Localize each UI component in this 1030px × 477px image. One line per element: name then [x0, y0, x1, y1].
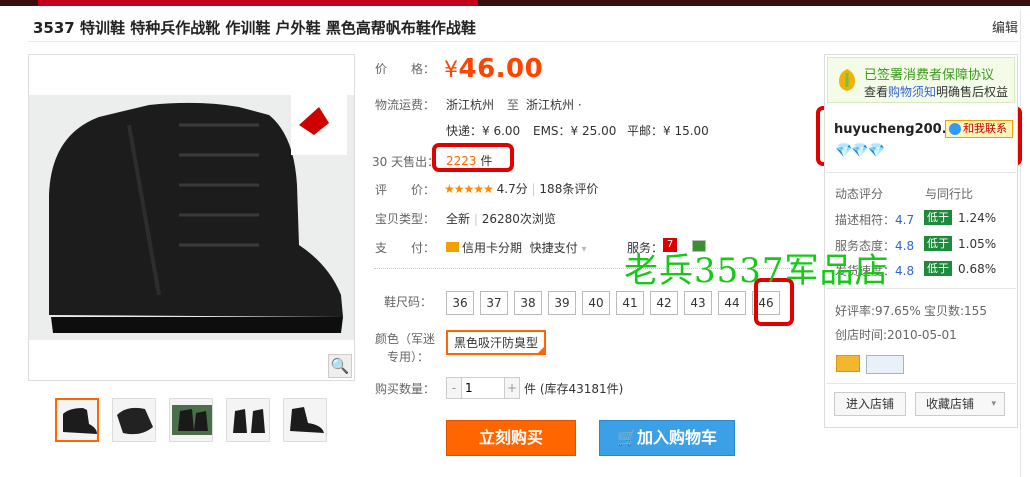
star-icons: ★★★★★	[444, 182, 494, 196]
credit-card-icon	[446, 242, 459, 252]
size-option[interactable]: 41	[616, 291, 644, 315]
divider	[826, 383, 1016, 384]
guarantee-subtitle: 查看购物须知明确售后权益	[864, 85, 1009, 99]
size-option[interactable]: 38	[514, 291, 542, 315]
size-options: 36 37 38 39 40 41 42 43 44 46	[446, 291, 780, 315]
card-icon	[836, 355, 860, 372]
shipping-label: 物流运费：	[375, 98, 436, 112]
item-count: 宝贝数:155	[924, 304, 987, 318]
stock-text: 件 (库存43181件)	[524, 381, 624, 396]
favorite-shop-button[interactable]: 收藏店铺 ▾	[915, 392, 1005, 416]
size-option[interactable]: 37	[480, 291, 508, 315]
guarantee-icon	[839, 69, 855, 91]
top-bar	[0, 0, 1030, 6]
certification-icon	[866, 355, 904, 374]
shop-created-date: 创店时间:2010-05-01	[835, 328, 957, 342]
product-title: 3537 特训鞋 特种兵作战靴 作训鞋 户外鞋 黑色高帮帆布鞋作战鞋	[33, 19, 476, 37]
quantity-label: 购买数量：	[375, 382, 436, 396]
quantity-stepper: - + 件 (库存43181件)	[446, 377, 623, 399]
quantity-plus-button[interactable]: +	[505, 378, 519, 398]
thumbnail-5[interactable]	[283, 398, 327, 442]
thumbnail-2[interactable]	[112, 398, 156, 442]
compare-badge: 低于	[924, 210, 952, 225]
consumer-guarantee: 已签署消费者保障协议 查看购物须知明确售后权益	[827, 57, 1015, 103]
price-label: 价 格：	[375, 62, 436, 76]
sales-label: 30 天售出：	[372, 155, 440, 169]
express-fee: 快递：¥ 6.00	[446, 124, 521, 138]
edit-link[interactable]: 编辑	[992, 17, 1018, 36]
thumbnail-4[interactable]	[226, 398, 270, 442]
seller-credit-diamonds: 💎💎💎	[835, 143, 885, 159]
product-main-image[interactable]: 🔍	[28, 54, 355, 381]
thumbnail-strip	[55, 398, 327, 442]
buy-now-button[interactable]: 立刻购买	[446, 420, 576, 456]
item-type-label: 宝贝类型：	[375, 212, 436, 226]
shopping-notice-link[interactable]: 购物须知	[888, 85, 936, 99]
store-watermark: 老兵3537军品店	[624, 251, 890, 291]
color-label-line1: 颜色（军迷	[375, 332, 436, 346]
color-option-selected[interactable]: 黑色吸汗防臭型	[446, 330, 547, 355]
chevron-down-icon: ▾	[991, 399, 996, 409]
ship-to-select[interactable]: 浙江杭州 ·	[526, 96, 582, 113]
rating-value: ★★★★★ 4.7分 | 188条评价	[444, 182, 599, 196]
size-option[interactable]: 44	[718, 291, 746, 315]
contact-seller-button[interactable]: 和我联系	[945, 120, 1013, 138]
size-option[interactable]: 40	[582, 291, 610, 315]
enter-shop-button[interactable]: 进入店铺	[834, 392, 906, 416]
compare-badge: 低于	[924, 236, 952, 251]
payment-methods: 信用卡分期 快捷支付 ▾	[446, 239, 587, 256]
highlight-sales	[432, 143, 514, 172]
size-option[interactable]: 36	[446, 291, 474, 315]
compare-percent: 0.68%	[958, 262, 997, 276]
zoom-icon[interactable]: 🔍	[328, 354, 352, 378]
compare-percent: 1.05%	[958, 237, 997, 251]
compare-header: 与同行比	[925, 187, 974, 201]
review-count: 188条评价	[539, 182, 599, 196]
good-rate: 好评率:97.65%	[835, 304, 921, 318]
price-value: ¥46.00	[444, 54, 544, 84]
size-option[interactable]: 43	[684, 291, 712, 315]
size-option[interactable]: 39	[548, 291, 576, 315]
divider	[1020, 10, 1021, 477]
item-type-value: 全新 | 26280次浏览	[446, 212, 556, 226]
ship-to-label: 至	[507, 98, 520, 112]
add-to-cart-button[interactable]: 🛒加入购物车	[599, 420, 735, 456]
size-label: 鞋尺码：	[384, 295, 433, 309]
divider	[28, 41, 1018, 42]
post-fee: 平邮：¥ 15.00	[627, 124, 709, 138]
ems-fee: EMS：¥ 25.00	[533, 124, 617, 138]
ship-from: 浙江杭州	[446, 98, 495, 112]
quantity-input[interactable]	[461, 378, 505, 398]
rating-label: 评 价：	[375, 183, 436, 197]
seller-name[interactable]: huyucheng200...	[834, 122, 957, 137]
compare-percent: 1.24%	[958, 211, 997, 225]
score-row-description: 描述相符：4.7	[835, 213, 915, 227]
size-option[interactable]: 42	[650, 291, 678, 315]
divider	[826, 172, 1016, 173]
compare-badge: 低于	[924, 261, 952, 276]
thumbnail-3[interactable]	[169, 398, 213, 442]
cart-icon: 🛒	[617, 428, 637, 447]
quantity-minus-button[interactable]: -	[447, 378, 461, 398]
boot-image	[29, 95, 354, 340]
dynamic-score-header: 动态评分	[835, 187, 884, 201]
color-label-line2: 专用）：	[387, 350, 430, 364]
payment-label: 支 付：	[375, 241, 436, 255]
guarantee-title: 已签署消费者保障协议	[864, 68, 995, 83]
thumbnail-1[interactable]	[55, 398, 99, 442]
